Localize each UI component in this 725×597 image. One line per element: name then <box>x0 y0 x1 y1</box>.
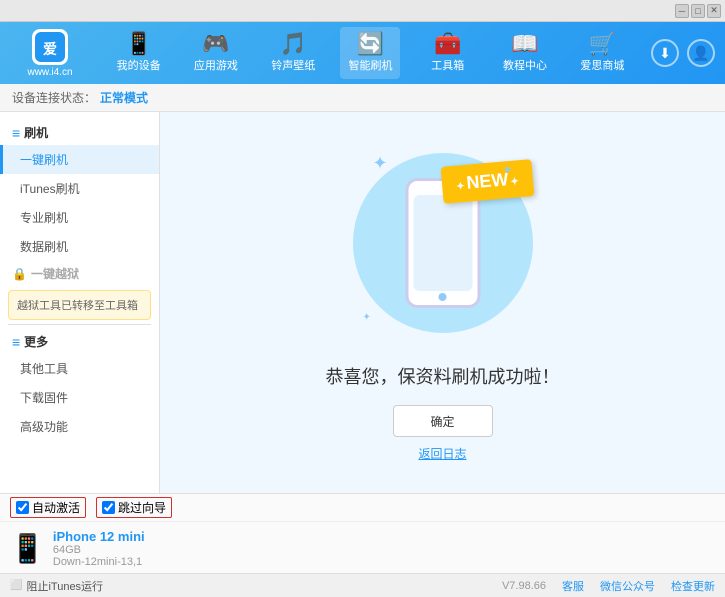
ringtone-label: 铃声壁纸 <box>271 57 315 73</box>
toolbox-label: 工具箱 <box>431 57 464 73</box>
new-badge: NEW <box>440 159 534 204</box>
main-layout: ≡ 刷机 一键刷机 iTunes刷机 专业刷机 数据刷机 🔒 一键越狱 越狱工具… <box>0 112 725 493</box>
sidebar-item-other-tools[interactable]: 其他工具 <box>0 354 159 383</box>
sidebar-divider <box>8 324 151 325</box>
nav-my-device[interactable]: 📱 我的设备 <box>109 27 169 79</box>
svg-text:爱: 爱 <box>43 41 57 57</box>
version-label: V7.98.66 <box>502 580 546 592</box>
sidebar-section-flash: ≡ 刷机 <box>0 120 159 145</box>
footer-area: 自动激活 跳过向导 📱 iPhone 12 mini 64GB Down-12m… <box>0 493 725 573</box>
my-device-label: 我的设备 <box>117 57 161 73</box>
phone-home-btn <box>439 293 447 301</box>
minimize-button[interactable]: ─ <box>675 4 689 18</box>
sidebar-item-data-flash[interactable]: 数据刷机 <box>0 232 159 261</box>
one-click-flash-label: 一键刷机 <box>20 153 68 167</box>
nav-toolbox[interactable]: 🧰 工具箱 <box>418 27 478 79</box>
flash-section-icon: ≡ <box>12 125 20 141</box>
sparkle-1: ✦ <box>373 153 388 174</box>
ringtone-icon: 🎵 <box>280 33 307 55</box>
toolbox-icon: 🧰 <box>434 33 461 55</box>
phone-screen <box>413 195 472 291</box>
pro-flash-label: 专业刷机 <box>20 211 68 225</box>
confirm-button[interactable]: 确定 <box>393 405 493 437</box>
flash-section-label: 刷机 <box>24 124 48 141</box>
stop-itunes-label: 阻止iTunes运行 <box>26 578 103 594</box>
download-button[interactable]: ⬇ <box>651 39 679 67</box>
close-button[interactable]: ✕ <box>707 4 721 18</box>
user-button[interactable]: 👤 <box>687 39 715 67</box>
advanced-label: 高级功能 <box>20 420 68 434</box>
itunes-icon: ⬜ <box>10 580 22 591</box>
auto-connect-checkbox-label[interactable]: 自动激活 <box>10 497 86 518</box>
wechat-link[interactable]: 微信公众号 <box>600 578 655 594</box>
back-link[interactable]: 返回日志 <box>418 445 466 462</box>
my-device-icon: 📱 <box>125 33 152 55</box>
customer-service-link[interactable]: 客服 <box>562 578 584 594</box>
sidebar-item-one-click-flash[interactable]: 一键刷机 <box>0 145 159 174</box>
sidebar-item-pro-flash[interactable]: 专业刷机 <box>0 203 159 232</box>
smart-flash-label: 智能刷机 <box>348 57 392 73</box>
footer-device-row: 📱 iPhone 12 mini 64GB Down-12mini-13,1 <box>0 522 725 574</box>
check-update-link[interactable]: 检查更新 <box>671 578 715 594</box>
device-storage: 64GB <box>53 544 145 556</box>
smart-flash-icon: 🔄 <box>357 33 384 55</box>
other-tools-label: 其他工具 <box>20 362 68 376</box>
tutorial-label: 教程中心 <box>503 57 547 73</box>
device-icon: 📱 <box>10 532 45 565</box>
download-firmware-label: 下载固件 <box>20 391 68 405</box>
app-game-label: 应用游戏 <box>194 57 238 73</box>
nav-ringtone[interactable]: 🎵 铃声壁纸 <box>263 27 323 79</box>
logo[interactable]: 爱 www.i4.cn <box>10 29 90 78</box>
bottom-status-bar: ⬜ 阻止iTunes运行 V7.98.66 客服 微信公众号 检查更新 <box>0 573 725 597</box>
more-section-icon: ≡ <box>12 334 20 350</box>
auto-connect-label: 自动激活 <box>32 499 80 516</box>
sidebar: ≡ 刷机 一键刷机 iTunes刷机 专业刷机 数据刷机 🔒 一键越狱 越狱工具… <box>0 112 160 493</box>
nav-right: ⬇ 👤 <box>651 39 715 67</box>
phone-illustration: ✦ ✦ ✦ NEW <box>343 143 543 343</box>
auto-connect-checkbox[interactable] <box>16 501 29 514</box>
jailbreak-warning: 越狱工具已转移至工具箱 <box>8 290 151 320</box>
sparkle-2: ✦ <box>502 163 512 177</box>
tutorial-icon: 📖 <box>511 33 538 55</box>
sidebar-item-itunes-flash[interactable]: iTunes刷机 <box>0 174 159 203</box>
sidebar-section-more: ≡ 更多 <box>0 329 159 354</box>
store-label: 爱思商城 <box>580 57 624 73</box>
success-message: 恭喜您，保资料刷机成功啦！ <box>326 363 560 389</box>
lock-icon: 🔒 <box>12 267 27 281</box>
device-info: iPhone 12 mini 64GB Down-12mini-13,1 <box>53 529 145 568</box>
logo-url: www.i4.cn <box>27 67 72 78</box>
logo-icon: 爱 <box>32 29 68 65</box>
jailbreak-section-label: 一键越狱 <box>31 265 79 282</box>
header: 爱 www.i4.cn 📱 我的设备 🎮 应用游戏 🎵 铃声壁纸 🔄 智能刷机 … <box>0 22 725 84</box>
sidebar-item-download-firmware[interactable]: 下载固件 <box>0 383 159 412</box>
skip-wizard-checkbox[interactable] <box>102 501 115 514</box>
device-firmware: Down-12mini-13,1 <box>53 556 145 568</box>
nav-tutorial[interactable]: 📖 教程中心 <box>495 27 555 79</box>
status-label: 设备连接状态： <box>12 89 96 106</box>
nav-smart-flash[interactable]: 🔄 智能刷机 <box>340 27 400 79</box>
store-icon: 🛒 <box>589 33 616 55</box>
nav-store[interactable]: 🛒 爱思商城 <box>572 27 632 79</box>
nav-app-game[interactable]: 🎮 应用游戏 <box>186 27 246 79</box>
status-value: 正常模式 <box>100 89 148 106</box>
footer-checkbox-row: 自动激活 跳过向导 <box>0 494 725 522</box>
sidebar-item-advanced[interactable]: 高级功能 <box>0 412 159 441</box>
skip-wizard-label: 跳过向导 <box>118 499 166 516</box>
nav-items: 📱 我的设备 🎮 应用游戏 🎵 铃声壁纸 🔄 智能刷机 🧰 工具箱 📖 教程中心… <box>100 27 641 79</box>
sidebar-section-jailbreak: 🔒 一键越狱 <box>0 261 159 286</box>
status-bar: 设备连接状态： 正常模式 <box>0 84 725 112</box>
device-name: iPhone 12 mini <box>53 529 145 544</box>
jailbreak-warning-text: 越狱工具已转移至工具箱 <box>17 300 138 312</box>
data-flash-label: 数据刷机 <box>20 240 68 254</box>
maximize-button[interactable]: □ <box>691 4 705 18</box>
sparkle-3: ✦ <box>363 312 371 323</box>
stop-itunes-area: ⬜ 阻止iTunes运行 <box>10 578 103 594</box>
footer-right-links: V7.98.66 客服 微信公众号 检查更新 <box>502 578 715 594</box>
content-area: ✦ ✦ ✦ NEW 恭喜您，保资料刷机成功啦！ 确定 返回日志 <box>160 112 725 493</box>
itunes-flash-label: iTunes刷机 <box>20 182 80 196</box>
title-bar: ─ □ ✕ <box>0 0 725 22</box>
skip-wizard-checkbox-label[interactable]: 跳过向导 <box>96 497 172 518</box>
more-section-label: 更多 <box>24 333 48 350</box>
app-game-icon: 🎮 <box>202 33 229 55</box>
